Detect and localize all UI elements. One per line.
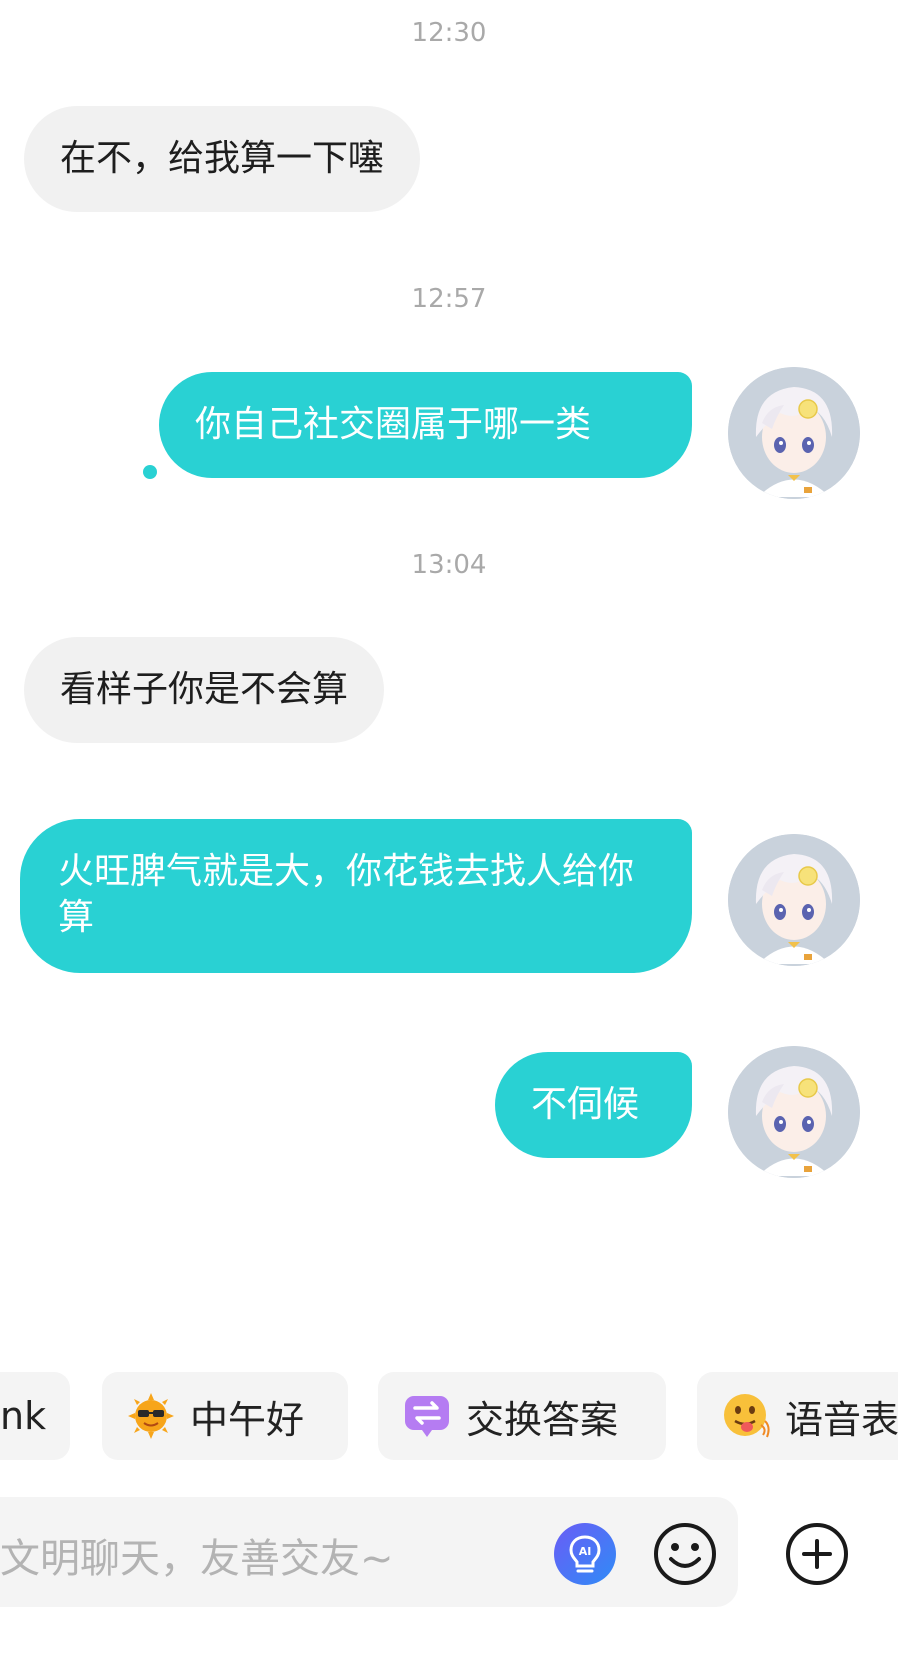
- timestamp: 12:57: [411, 284, 487, 314]
- quick-reply-chip[interactable]: nk: [0, 1372, 70, 1460]
- timestamp: 13:04: [411, 550, 487, 580]
- ai-bulb-icon: AI: [554, 1523, 616, 1585]
- timestamp: 12:30: [411, 18, 487, 48]
- anime-avatar-icon: [728, 834, 860, 966]
- quick-reply-chip[interactable]: 中午好: [102, 1372, 348, 1460]
- avatar[interactable]: [728, 834, 860, 966]
- incoming-message-bubble[interactable]: 在不，给我算一下噻: [24, 106, 421, 212]
- tongue-emoji-icon: [724, 1394, 770, 1438]
- quick-reply-chip[interactable]: 交换答案: [378, 1372, 666, 1460]
- outgoing-message-bubble[interactable]: 你自己社交圈属于哪一类: [159, 372, 692, 478]
- plus-circle-icon: [786, 1523, 848, 1585]
- quick-reply-label: 语音表: [785, 1397, 898, 1442]
- outgoing-message-bubble[interactable]: 火旺脾气就是大，你花钱去找人给你算: [20, 819, 692, 973]
- anime-avatar-icon: [728, 1046, 860, 1178]
- message-input-placeholder: 文明聊天，友善交友~: [0, 1536, 394, 1582]
- quick-reply-chip[interactable]: 语音表: [697, 1372, 898, 1460]
- ai-assistant-button[interactable]: AI: [552, 1521, 618, 1587]
- outgoing-message-bubble[interactable]: 不伺候: [495, 1052, 692, 1158]
- quick-reply-label: 交换答案: [466, 1397, 619, 1442]
- emoji-icon: [654, 1523, 716, 1585]
- sun-sunglasses-icon: [128, 1393, 174, 1439]
- quick-reply-label: nk: [0, 1394, 47, 1438]
- avatar[interactable]: [728, 1046, 860, 1178]
- anime-avatar-icon: [728, 367, 860, 499]
- emoji-button[interactable]: [652, 1521, 718, 1587]
- unread-dot-icon: [143, 465, 157, 479]
- add-button[interactable]: [784, 1521, 850, 1587]
- exchange-icon: [405, 1396, 449, 1437]
- svg-text:AI: AI: [579, 1545, 592, 1558]
- avatar[interactable]: [728, 367, 860, 499]
- incoming-message-bubble[interactable]: 看样子你是不会算: [24, 637, 385, 743]
- quick-reply-label: 中午好: [190, 1397, 305, 1442]
